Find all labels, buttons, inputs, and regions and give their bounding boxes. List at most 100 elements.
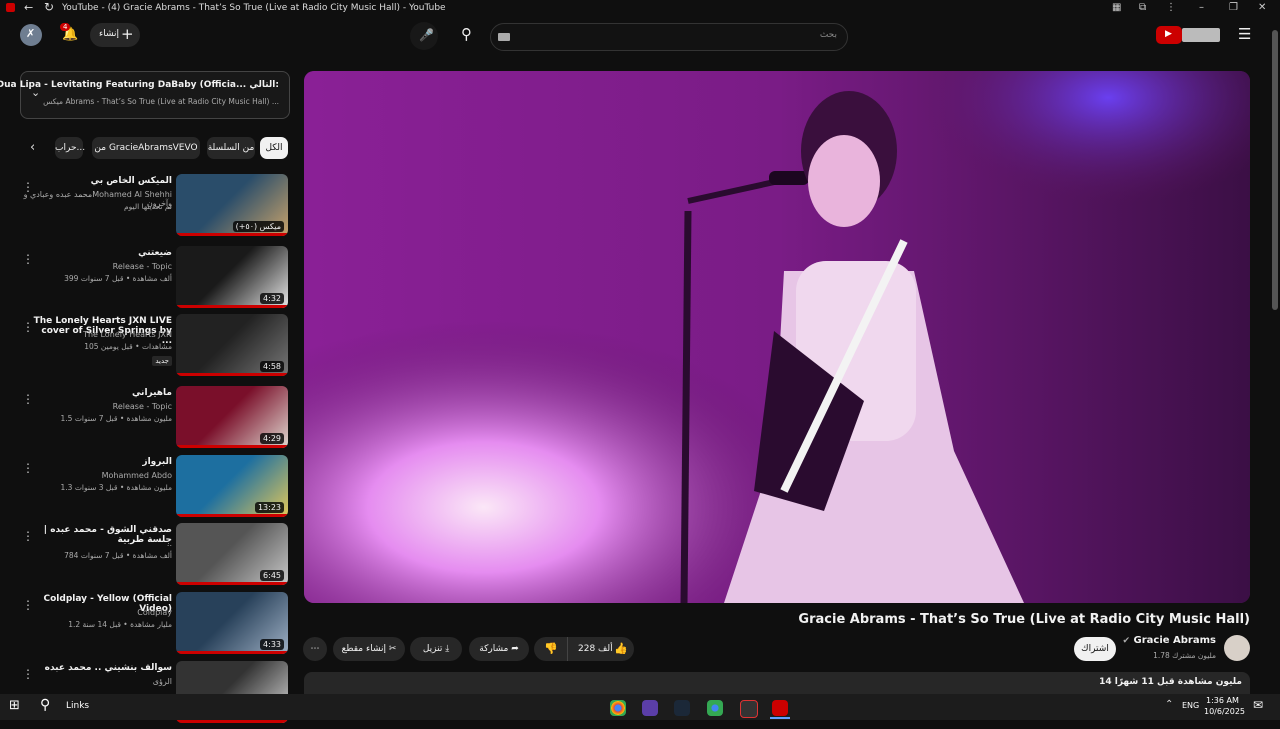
list-item-meta: 784 ألف مشاهدة • قبل 7 سنوات	[64, 551, 172, 560]
youtube-logo[interactable]: ▶	[1156, 26, 1182, 44]
list-item-channel: The Lonely Hearts JXN	[83, 330, 172, 339]
up-next-title: Dua Lipa - Levitating Featuring DaBaby (…	[0, 80, 247, 90]
channel-avatar[interactable]	[1224, 635, 1250, 661]
list-item-title: البرواز	[142, 457, 172, 467]
chevron-left-icon[interactable]: ‹	[30, 140, 35, 155]
list-item[interactable]: ⋮ Coldplay - Yellow (Official Video) Coldp…	[0, 592, 290, 660]
list-item-channel: Release - Topic	[112, 402, 172, 411]
extensions-icon[interactable]: ⧉	[1139, 2, 1146, 13]
chip-from-series[interactable]: من السلسلة	[207, 137, 255, 159]
search-bar[interactable]: بحث	[490, 23, 848, 51]
duration-badge: 6:45	[260, 570, 284, 581]
search-button[interactable]: ⚲	[455, 22, 483, 50]
share-button[interactable]: مشاركة ➦	[469, 637, 529, 661]
create-button[interactable]: إنشاء +	[90, 23, 140, 47]
download-arrow-icon: ⤓	[445, 644, 450, 654]
subscriber-count: 1.78 مليون مشترك	[1153, 651, 1216, 660]
list-item-thumbnail[interactable]: 4:58	[176, 314, 288, 376]
list-item-thumbnail[interactable]: (+٥٠) ميكس	[176, 174, 288, 236]
voice-search-button[interactable]: 🎤	[410, 22, 438, 50]
watch-progress	[176, 373, 288, 376]
download-button[interactable]: تنزيل ⤓	[410, 637, 462, 661]
search-placeholder: بحث	[819, 30, 837, 40]
maximize-icon[interactable]: ❐	[1229, 2, 1238, 13]
list-item[interactable]: ⋮ البرواز Mohammed Abdo 1.3 مليون مشاهدة • …	[0, 455, 290, 523]
minimize-icon[interactable]: –	[1199, 2, 1204, 13]
views-and-date: 14 مليون مشاهدة قبل 11 شهرًا	[1099, 677, 1242, 687]
clock-date[interactable]: 10/6/2025	[1204, 707, 1245, 716]
list-item-thumbnail[interactable]: 4:29	[176, 386, 288, 448]
video-player[interactable]	[304, 71, 1250, 603]
description-box[interactable]: 14 مليون مشاهدة قبل 11 شهرًا	[304, 672, 1250, 694]
app-icon[interactable]	[740, 700, 758, 718]
up-next-title-row: Dua Lipa - Levitating Featuring DaBaby (…	[0, 80, 279, 90]
channel-name: Gracie Abrams	[1133, 635, 1216, 646]
list-item-thumbnail[interactable]: 13:23	[176, 455, 288, 517]
youtube-app-icon	[6, 3, 15, 12]
translate-icon[interactable]: ▦	[1112, 2, 1121, 13]
clock-time[interactable]: 1:36 AM	[1206, 696, 1239, 705]
chip-other[interactable]: حراب...	[55, 137, 85, 159]
close-icon[interactable]: ✕	[1258, 2, 1266, 13]
list-item-meta: 105 مشاهدات • قبل يومين	[84, 342, 172, 351]
like-icon[interactable]: 👍	[614, 637, 628, 661]
clip-label: إنشاء مقطع	[341, 644, 386, 654]
subscribe-button[interactable]: اشتراك	[1074, 637, 1116, 661]
watch-progress	[176, 582, 288, 585]
duration-badge: (+٥٠) ميكس	[232, 221, 284, 232]
create-label: إنشاء	[99, 29, 120, 39]
duration-badge: 4:32	[260, 293, 284, 304]
chrome-icon[interactable]	[610, 700, 626, 716]
list-item-channel: Mohammed Abdo	[101, 471, 172, 480]
list-item-channel: Coldplay	[137, 608, 172, 617]
list-item-thumbnail[interactable]: 4:33	[176, 592, 288, 654]
steam-icon[interactable]	[674, 700, 690, 716]
watch-progress	[176, 445, 288, 448]
watch-progress	[176, 305, 288, 308]
windows-start-icon[interactable]: ⊞	[9, 698, 20, 713]
taskbar-search-label[interactable]: Links	[66, 701, 89, 711]
more-horizontal-icon: ⋯	[310, 644, 320, 654]
list-item-thumbnail[interactable]: 4:32	[176, 246, 288, 308]
watch-progress	[176, 720, 288, 723]
list-item-title: سوالف بنشيني .. محمد عبده	[44, 663, 172, 673]
taskbar-search-icon[interactable]: ⚲	[40, 697, 50, 713]
list-item-thumbnail[interactable]: 6:45	[176, 523, 288, 585]
list-item-title: ضيعتني	[138, 248, 172, 258]
language-indicator[interactable]: ENG	[1182, 701, 1199, 710]
list-item[interactable]: ⋮ الميكس الخاص بي محمد عبده وعبادي وMohame…	[0, 174, 290, 242]
notifications-button[interactable]: 🔔 4	[60, 23, 78, 44]
list-item[interactable]: ⋮ The Lonely Hearts JXN LIVE cover of Sil…	[0, 314, 290, 382]
page-scrollbar[interactable]	[1272, 30, 1278, 310]
dislike-icon[interactable]: 👎	[544, 637, 558, 661]
chrome-profile-icon[interactable]	[642, 700, 658, 716]
list-item-meta: تم تحديثها اليوم	[124, 202, 172, 211]
like-dislike-group: 👎 228 ألف 👍	[534, 637, 634, 661]
chevron-up-icon[interactable]: ⌃	[1165, 699, 1173, 710]
youtube-taskbar-icon[interactable]	[772, 700, 788, 716]
more-actions-button[interactable]: ⋯	[303, 637, 327, 661]
up-next-card[interactable]: ⌄ Dua Lipa - Levitating Featuring DaBaby…	[0, 71, 290, 119]
back-arrow-icon[interactable]: ←	[24, 1, 33, 14]
active-app-indicator	[770, 717, 790, 719]
list-item[interactable]: ⋮ ضيعتني Release - Topic 399 ألف مشاهدة • ق…	[0, 246, 290, 314]
clip-button[interactable]: إنشاء مقطع ✂	[333, 637, 405, 661]
taskbar: ⊞ ⚲ Links ⌃ ENG 1:36 AM 10/6/2025 ✉	[0, 694, 1280, 720]
menu-dots-icon[interactable]: ⋮	[1166, 2, 1176, 13]
avatar-glyph-icon: ✗	[26, 27, 36, 40]
keyboard-icon[interactable]	[498, 33, 510, 41]
up-next-subtitle: ميكس Abrams - That’s So True (Live at Ra…	[43, 97, 279, 106]
chrome-alt-icon[interactable]	[707, 700, 723, 716]
like-count[interactable]: 228 ألف	[578, 637, 613, 661]
list-item[interactable]: ⋮ صدقني الشوق - محمد عبده | جلسة طربية.. 7…	[0, 523, 290, 591]
chip-from-channel[interactable]: من GracieAbramsVEVO	[92, 137, 200, 159]
notification-center-icon[interactable]: ✉	[1253, 698, 1263, 712]
chip-all[interactable]: الكل	[260, 137, 288, 159]
avatar[interactable]: ✗	[20, 24, 42, 46]
up-next-label: التالي:	[249, 80, 279, 90]
channel-name-row[interactable]: ✔ Gracie Abrams	[1123, 635, 1217, 646]
hamburger-menu-icon[interactable]: ☰	[1238, 25, 1251, 43]
list-item[interactable]: ⋮ ماهيراني Release - Topic 1.5 مليون مشاهدة…	[0, 386, 290, 454]
list-item-title: ماهيراني	[131, 388, 172, 398]
reload-icon[interactable]: ↻	[44, 0, 54, 14]
